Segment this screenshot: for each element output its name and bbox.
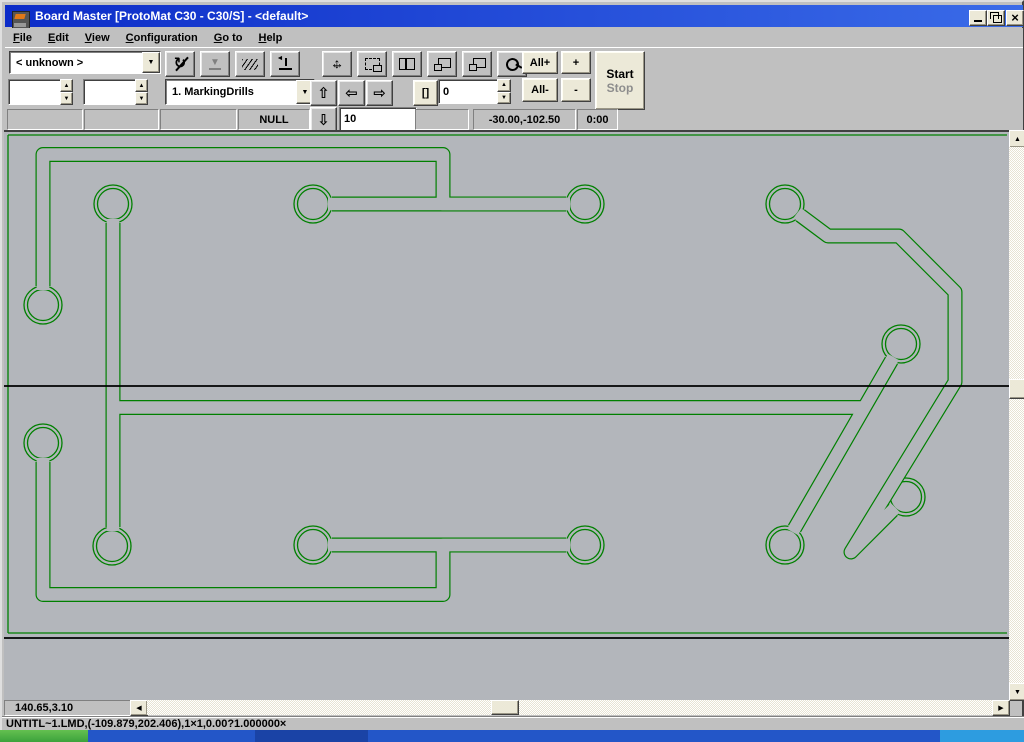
count-field-spinner[interactable]: ▲▼: [497, 79, 511, 104]
duplicate-window-button-2[interactable]: [462, 51, 492, 77]
status-panel-1: [7, 109, 83, 130]
split-view-button[interactable]: [392, 51, 422, 77]
window-title: Board Master [ProtoMat C30 - C30/S] - <d…: [35, 9, 308, 23]
phase-selector-value: 1. MarkingDrills: [166, 86, 296, 98]
chevron-down-icon[interactable]: ▼: [142, 52, 160, 73]
file-info-text: UNTITL~1.LMD,(-109.879,202.406),1×1,0.00…: [6, 718, 286, 730]
app-icon[interactable]: [12, 11, 30, 29]
move-left-button[interactable]: ⇦: [338, 80, 365, 106]
rotate-button[interactable]: ↻: [165, 51, 195, 77]
taskbar: [0, 730, 1024, 742]
duplicate-window-icon-2: [473, 58, 486, 68]
menu-item-go-to[interactable]: Go to: [206, 30, 251, 46]
close-button[interactable]: ×: [1006, 10, 1024, 26]
move-right-button[interactable]: ⇨: [366, 80, 393, 106]
toolbar: < unknown > ▼ ↻ ▼ All+ + Start Stop ▲▼ ▲…: [5, 47, 1023, 131]
stop-label: Stop: [607, 81, 634, 95]
menu-item-edit[interactable]: Edit: [40, 30, 77, 46]
zoom-icon: [505, 57, 520, 72]
step-field[interactable]: 10: [339, 107, 417, 131]
x-field-spinner[interactable]: ▲▼: [60, 79, 73, 105]
y-field[interactable]: [83, 79, 143, 105]
scroll-up-button[interactable]: ▲: [1009, 130, 1024, 148]
split-view-icon: [399, 58, 415, 70]
close-icon: ×: [1011, 13, 1019, 23]
taskbar-app-button[interactable]: [255, 730, 368, 742]
rotate-icon: ↻: [174, 57, 187, 71]
titlebar: Board Master [ProtoMat C30 - C30/S] - <d…: [5, 5, 1023, 27]
scroll-down-button[interactable]: ▼: [1009, 683, 1024, 701]
duplicate-window-button[interactable]: [427, 51, 457, 77]
vertical-scrollbar-track[interactable]: [1009, 147, 1024, 683]
minimize-button[interactable]: [969, 10, 987, 26]
minimize-icon: [974, 13, 982, 22]
menu-item-file[interactable]: File: [5, 30, 40, 46]
import-button[interactable]: ▼: [200, 51, 230, 77]
tool-selector-combobox[interactable]: < unknown > ▼: [9, 51, 161, 74]
horizontal-scrollbar-track[interactable]: [147, 700, 992, 715]
status-panel-3: [160, 109, 237, 130]
arrow-down-icon: ⇩: [317, 113, 330, 128]
menu-item-configuration[interactable]: Configuration: [118, 30, 206, 46]
all-minus-button[interactable]: All-: [522, 78, 558, 102]
import-icon: ▼: [209, 58, 221, 70]
cursor-position-panel: 140.65,3.10: [4, 700, 138, 716]
move-icon: [329, 56, 345, 72]
start-label: Start: [606, 67, 633, 81]
vertical-scrollbar-thumb[interactable]: [1009, 379, 1024, 399]
restore-button[interactable]: [987, 10, 1005, 26]
taskbar-start-button[interactable]: [0, 730, 88, 742]
phase-selector-combobox[interactable]: 1. MarkingDrills ▼: [165, 79, 315, 105]
app-window: Board Master [ProtoMat C30 - C30/S] - <d…: [0, 0, 1024, 732]
tool-selector-value: < unknown >: [10, 57, 142, 69]
rubout-button[interactable]: [235, 51, 265, 77]
minus-button[interactable]: -: [561, 78, 591, 102]
arrow-left-icon: ⇦: [345, 86, 358, 101]
status-panel-4: [415, 109, 469, 130]
pcb-board-drawing: [4, 132, 1009, 702]
phase-status-panel: NULL: [238, 109, 310, 130]
y-field-spinner[interactable]: ▲▼: [135, 79, 148, 105]
horizontal-scrollbar-thumb[interactable]: [491, 700, 519, 715]
menu-item-view[interactable]: View: [77, 30, 118, 46]
status-panel-2: [84, 109, 159, 130]
move-up-button[interactable]: ⇧: [310, 80, 337, 106]
all-plus-button[interactable]: All+: [522, 51, 558, 74]
statusbar: UNTITL~1.LMD,(-109.879,202.406),1×1,0.00…: [2, 716, 1024, 731]
scroll-right-button[interactable]: ▶: [992, 700, 1010, 716]
duplicate-window-icon: [438, 58, 451, 68]
mill-head-button[interactable]: [270, 51, 300, 77]
rubout-icon: [242, 59, 258, 70]
menu-item-help[interactable]: Help: [250, 30, 290, 46]
taskbar-tray: [940, 730, 1024, 742]
vertical-scrollbar[interactable]: ▲ ▼: [1009, 130, 1024, 700]
copy-select-icon: [365, 58, 380, 70]
plus-button[interactable]: +: [561, 51, 591, 74]
copy-select-button[interactable]: [357, 51, 387, 77]
start-stop-button[interactable]: Start Stop: [595, 51, 645, 110]
elapsed-time-panel: 0:00: [577, 109, 618, 130]
menubar: FileEditViewConfigurationGo toHelp: [5, 28, 1023, 47]
count-field[interactable]: 0: [438, 79, 505, 104]
head-position-panel: -30.00,-102.50: [473, 109, 576, 130]
move-button[interactable]: [322, 51, 352, 77]
mill-head-icon: [279, 58, 292, 70]
arrow-up-icon: ⇧: [317, 86, 330, 101]
restore-icon: [993, 15, 1002, 23]
pcb-canvas[interactable]: [4, 130, 1009, 702]
x-field[interactable]: [8, 79, 68, 105]
bracket-button[interactable]: []: [413, 80, 438, 106]
scroll-left-button[interactable]: ◀: [130, 700, 148, 716]
arrow-right-icon: ⇨: [373, 86, 386, 101]
